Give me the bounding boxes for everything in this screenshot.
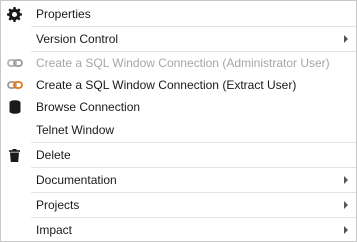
- menu-item-create-sql-admin[interactable]: Create a SQL Window Connection (Administ…: [1, 52, 356, 74]
- menu-item-label: Properties: [36, 7, 91, 21]
- trash-icon: [6, 147, 23, 164]
- menu-item-label: Version Control: [36, 32, 119, 46]
- menu-item-label: Impact: [36, 222, 73, 237]
- menu-item-properties[interactable]: Properties: [1, 2, 356, 26]
- menu-item-label: Telnet Window: [36, 123, 115, 137]
- submenu-arrow-icon: [344, 201, 348, 209]
- menu-item-label: Create a SQL Window Connection (Extract …: [36, 78, 297, 92]
- menu-item-telnet-window[interactable]: Telnet Window: [1, 118, 356, 142]
- link-icon: [6, 77, 23, 94]
- menu-item-documentation[interactable]: Documentation: [1, 168, 356, 192]
- menu-item-label: Projects: [36, 198, 80, 212]
- gear-icon: [6, 6, 23, 23]
- database-icon: [6, 99, 23, 116]
- menu-item-version-control[interactable]: Version Control: [1, 27, 356, 51]
- context-menu: Properties Version Control Create a SQL …: [0, 0, 357, 242]
- menu-item-impact[interactable]: Impact: [1, 218, 356, 241]
- menu-item-browse-connection[interactable]: Browse Connection: [1, 96, 356, 118]
- menu-item-label: Documentation: [36, 173, 117, 187]
- submenu-arrow-icon: [344, 176, 348, 184]
- menu-item-create-sql-extract[interactable]: Create a SQL Window Connection (Extract …: [1, 74, 356, 96]
- menu-item-label: Create a SQL Window Connection (Administ…: [36, 56, 330, 70]
- submenu-arrow-icon: [344, 225, 348, 234]
- link-icon: [6, 55, 23, 72]
- menu-item-label: Browse Connection: [36, 100, 141, 114]
- menu-item-projects[interactable]: Projects: [1, 193, 356, 217]
- menu-item-delete[interactable]: Delete: [1, 143, 356, 167]
- menu-item-label: Delete: [36, 148, 71, 162]
- submenu-arrow-icon: [344, 35, 348, 43]
